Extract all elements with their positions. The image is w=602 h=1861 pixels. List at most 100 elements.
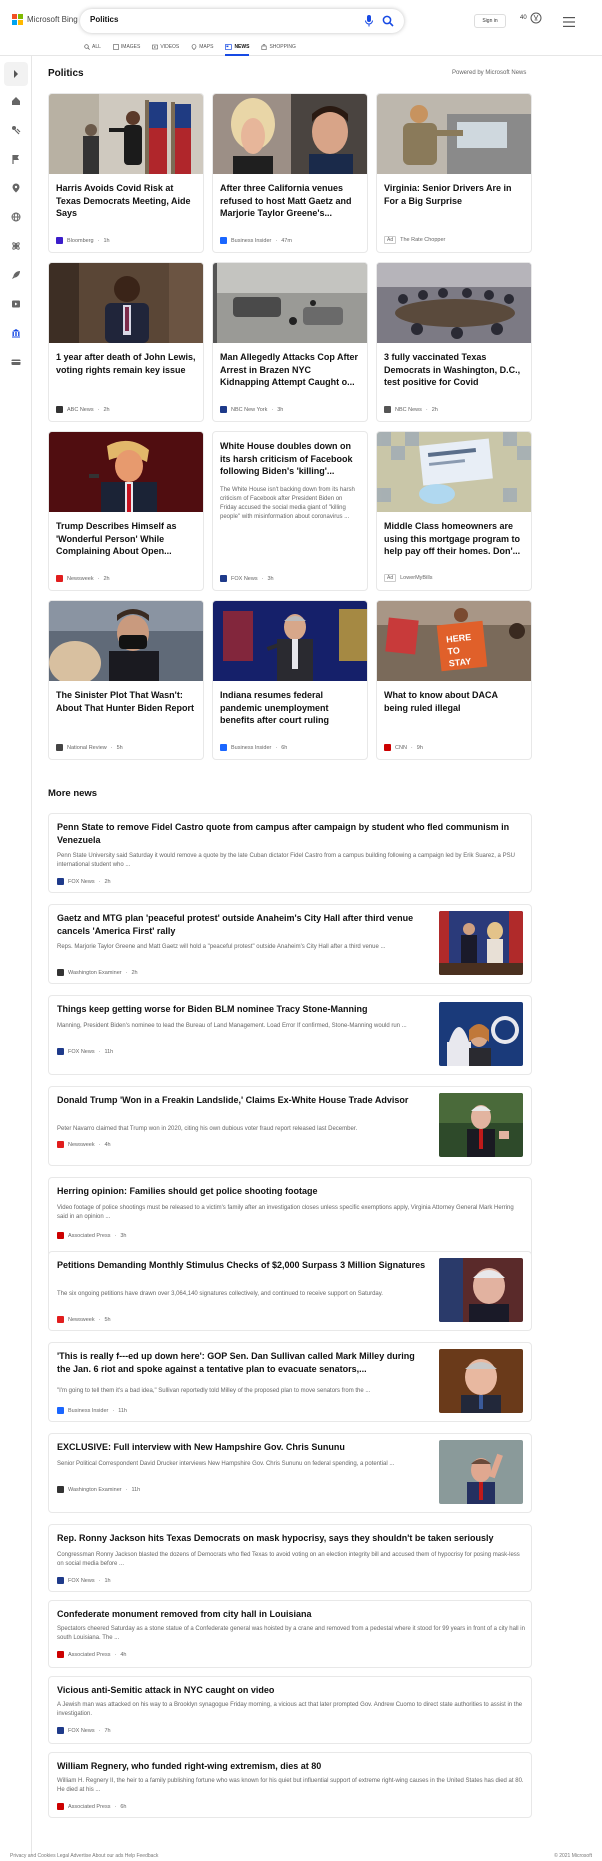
card-title[interactable]: Middle Class homeowners are using this m… bbox=[377, 512, 531, 558]
card-title[interactable]: What to know about DACA being ruled ille… bbox=[377, 681, 531, 714]
item-source: Washington Examiner · 2h bbox=[57, 969, 138, 976]
news-card[interactable]: Man Allegedly Attacks Cop After Arrest i… bbox=[212, 262, 368, 422]
item-title[interactable]: Penn State to remove Fidel Castro quote … bbox=[57, 821, 525, 846]
microsoft-logo-icon bbox=[12, 14, 23, 25]
tab-maps[interactable]: MAPS bbox=[191, 40, 213, 54]
item-source: Associated Press · 4h bbox=[57, 1651, 126, 1658]
item-title[interactable]: Gaetz and MTG plan 'peaceful protest' ou… bbox=[57, 912, 427, 937]
bing-news-page: Microsoft Bing Politics Sign in 40 ALL I… bbox=[0, 0, 602, 1861]
microphone-icon[interactable] bbox=[364, 14, 374, 32]
card-title[interactable]: Harris Avoids Covid Risk at Texas Democr… bbox=[49, 174, 203, 220]
bing-logo[interactable]: Microsoft Bing bbox=[12, 14, 78, 25]
article-age: 47m bbox=[281, 237, 292, 244]
sign-in-button[interactable]: Sign in bbox=[474, 14, 506, 28]
tab-images[interactable]: IMAGES bbox=[113, 40, 140, 54]
news-card[interactable]: 1 year after death of John Lewis, voting… bbox=[48, 262, 204, 422]
news-list-item[interactable]: Things keep getting worse for Biden BLM … bbox=[48, 995, 532, 1075]
item-title[interactable]: Rep. Ronny Jackson hits Texas Democrats … bbox=[57, 1532, 525, 1545]
money-icon[interactable] bbox=[9, 355, 23, 369]
expand-icon[interactable] bbox=[4, 62, 28, 86]
item-title[interactable]: Herring opinion: Families should get pol… bbox=[57, 1185, 525, 1198]
news-list-item[interactable]: 'This is really f---ed up down here': GO… bbox=[48, 1342, 532, 1422]
news-list-item[interactable]: Petitions Demanding Monthly Stimulus Che… bbox=[48, 1251, 532, 1331]
item-description: Penn State University said Saturday it w… bbox=[57, 853, 515, 868]
article-age: 11h bbox=[118, 1407, 127, 1414]
item-title[interactable]: EXCLUSIVE: Full interview with New Hamps… bbox=[57, 1441, 427, 1454]
card-source: Ad LowerMyBills bbox=[384, 574, 433, 582]
item-title[interactable]: 'This is really f---ed up down here': GO… bbox=[57, 1350, 427, 1375]
rocket-icon[interactable] bbox=[9, 268, 23, 282]
video-icon[interactable] bbox=[9, 297, 23, 311]
news-card[interactable]: The Sinister Plot That Wasn't: About Tha… bbox=[48, 600, 204, 760]
news-card[interactable]: Harris Avoids Covid Risk at Texas Democr… bbox=[48, 93, 204, 253]
search-icon[interactable] bbox=[382, 14, 394, 32]
section-title: Politics bbox=[48, 68, 84, 79]
card-title[interactable]: Trump Describes Himself as 'Wonderful Pe… bbox=[49, 512, 203, 558]
source-logo-icon bbox=[57, 1727, 64, 1734]
card-title[interactable]: The Sinister Plot That Wasn't: About Tha… bbox=[49, 681, 203, 714]
card-title[interactable]: Indiana resumes federal pandemic unemplo… bbox=[213, 681, 367, 727]
news-list-item[interactable]: EXCLUSIVE: Full interview with New Hamps… bbox=[48, 1433, 532, 1513]
item-title[interactable]: Things keep getting worse for Biden BLM … bbox=[57, 1003, 427, 1016]
ad-card[interactable]: Middle Class homeowners are using this m… bbox=[376, 431, 532, 591]
footer-links[interactable]: Privacy and Cookies Legal Advertise Abou… bbox=[10, 1853, 158, 1859]
news-list-item[interactable]: Donald Trump 'Won in a Freakin Landslide… bbox=[48, 1086, 532, 1166]
news-card[interactable]: White House doubles down on its harsh cr… bbox=[212, 431, 368, 591]
news-list-item[interactable]: William Regnery, who funded right-wing e… bbox=[48, 1752, 532, 1818]
news-card[interactable]: Trump Describes Himself as 'Wonderful Pe… bbox=[48, 431, 204, 591]
news-card[interactable]: After three California venues refused to… bbox=[212, 93, 368, 253]
card-title[interactable]: Man Allegedly Attacks Cop After Arrest i… bbox=[213, 343, 367, 389]
politics-icon[interactable] bbox=[9, 326, 23, 340]
card-source: NBC New York · 3h bbox=[220, 406, 283, 413]
search-box[interactable]: Politics bbox=[80, 9, 404, 33]
rewards-button[interactable]: 40 bbox=[520, 12, 542, 24]
location-icon[interactable] bbox=[9, 181, 23, 195]
item-title[interactable]: Confederate monument removed from city h… bbox=[57, 1608, 525, 1621]
news-list-item[interactable]: Confederate monument removed from city h… bbox=[48, 1600, 532, 1668]
ad-card[interactable]: Virginia: Senior Drivers Are in For a Bi… bbox=[376, 93, 532, 253]
card-title[interactable]: Virginia: Senior Drivers Are in For a Bi… bbox=[377, 174, 531, 207]
science-icon[interactable] bbox=[9, 239, 23, 253]
article-age: 5h bbox=[116, 744, 123, 751]
menu-icon[interactable] bbox=[563, 14, 575, 32]
card-title[interactable]: 3 fully vaccinated Texas Democrats in Wa… bbox=[377, 343, 531, 389]
globe-icon[interactable] bbox=[9, 210, 23, 224]
news-card[interactable]: Indiana resumes federal pandemic unemplo… bbox=[212, 600, 368, 760]
flag-icon[interactable] bbox=[9, 152, 23, 166]
item-title[interactable]: Donald Trump 'Won in a Freakin Landslide… bbox=[57, 1094, 427, 1107]
news-list-item[interactable]: Vicious anti-Semitic attack in NYC caugh… bbox=[48, 1676, 532, 1744]
news-list-item[interactable]: Rep. Ronny Jackson hits Texas Democrats … bbox=[48, 1524, 532, 1592]
card-title[interactable]: White House doubles down on its harsh cr… bbox=[213, 432, 367, 478]
footer: Privacy and Cookies Legal Advertise Abou… bbox=[0, 1851, 602, 1861]
item-thumbnail bbox=[439, 1349, 523, 1413]
item-source: Newsweek · 5h bbox=[57, 1316, 111, 1323]
item-title[interactable]: Vicious anti-Semitic attack in NYC caugh… bbox=[57, 1684, 525, 1697]
source-logo-icon bbox=[57, 1651, 64, 1658]
tab-news[interactable]: NEWS bbox=[225, 40, 250, 56]
source-logo-icon bbox=[57, 969, 64, 976]
search-tabs: ALL IMAGES VIDEOS MAPS NEWS SHOPPING bbox=[84, 40, 296, 56]
news-list-item[interactable]: Penn State to remove Fidel Castro quote … bbox=[48, 813, 532, 893]
news-list-item[interactable]: Herring opinion: Families should get pol… bbox=[48, 1177, 532, 1257]
source-name: LowerMyBills bbox=[400, 575, 433, 581]
card-source: NBC News · 2h bbox=[384, 406, 438, 413]
tab-videos[interactable]: VIDEOS bbox=[152, 40, 179, 54]
item-description: Reps. Marjorie Taylor Greene and Matt Ga… bbox=[57, 944, 386, 950]
sports-icon[interactable] bbox=[9, 123, 23, 137]
item-description: Senior Political Correspondent David Dru… bbox=[57, 1461, 395, 1467]
search-input[interactable]: Politics bbox=[90, 15, 118, 24]
card-title[interactable]: 1 year after death of John Lewis, voting… bbox=[49, 343, 203, 376]
news-card[interactable]: HERE TO STAY What to know about DACA being… bbox=[376, 600, 532, 760]
home-icon[interactable] bbox=[9, 94, 23, 108]
search-icon bbox=[84, 44, 90, 50]
article-age: 7h bbox=[104, 1727, 111, 1734]
news-list-item[interactable]: Gaetz and MTG plan 'peaceful protest' ou… bbox=[48, 904, 532, 984]
item-title[interactable]: William Regnery, who funded right-wing e… bbox=[57, 1760, 525, 1773]
card-title[interactable]: After three California venues refused to… bbox=[213, 174, 367, 220]
tab-all[interactable]: ALL bbox=[84, 40, 101, 54]
item-description: "I'm going to tell them it's a bad idea,… bbox=[57, 1388, 371, 1394]
tab-shopping[interactable]: SHOPPING bbox=[261, 40, 296, 54]
news-card[interactable]: 3 fully vaccinated Texas Democrats in Wa… bbox=[376, 262, 532, 422]
item-title[interactable]: Petitions Demanding Monthly Stimulus Che… bbox=[57, 1259, 427, 1272]
source-logo-icon bbox=[220, 744, 227, 751]
